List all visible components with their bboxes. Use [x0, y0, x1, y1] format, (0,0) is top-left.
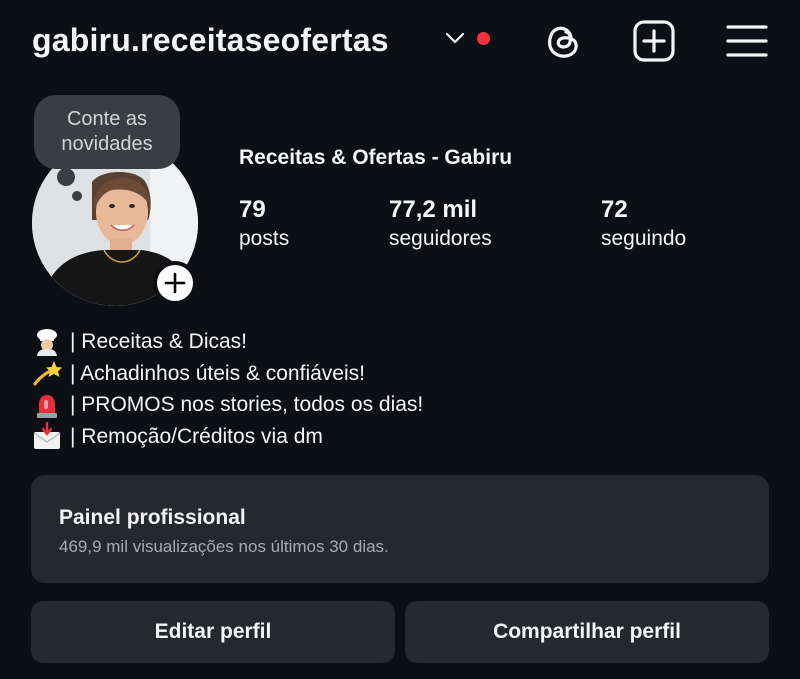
envelope-arrow-emoji-icon	[33, 422, 61, 450]
profile-full-name: Receitas & Ofertas - Gabiru	[239, 146, 513, 169]
notification-dot	[477, 32, 490, 45]
stat-following-label: seguindo	[601, 227, 687, 250]
stat-following-value: 72	[601, 196, 628, 223]
top-bar: gabiru.receitaseofertas	[0, 0, 800, 84]
chef-emoji-icon	[37, 328, 57, 356]
note-bubble[interactable]: Conte as novidades	[34, 95, 180, 169]
shooting-star-emoji-icon	[33, 361, 62, 386]
username-switcher[interactable]: gabiru.receitaseofertas	[32, 22, 389, 59]
stat-posts-value: 79	[239, 196, 266, 223]
professional-dashboard-card[interactable]: Painel profissional 469,9 mil visualizaç…	[31, 475, 769, 583]
note-text-line1: Conte as	[66, 108, 148, 130]
profile-bio: | Receitas & Dicas! | Achadinhos úteis &…	[32, 326, 423, 452]
bio-text: | Receitas & Dicas!	[70, 330, 248, 353]
stat-posts-label: posts	[239, 227, 290, 250]
bio-line: | Remoção/Créditos via dm	[32, 421, 423, 453]
stat-followers-value: 77,2 mil	[389, 196, 478, 223]
note-bubble-tail	[57, 168, 75, 186]
threads-icon[interactable]	[541, 19, 585, 63]
edit-profile-button[interactable]: Editar perfil	[31, 601, 395, 663]
professional-dashboard-title: Painel profissional	[59, 506, 246, 529]
note-bubble-tail-small	[72, 191, 82, 201]
chevron-down-icon[interactable]	[444, 30, 466, 46]
add-story-button[interactable]	[153, 261, 197, 305]
stat-following[interactable]: 72 seguindo	[601, 196, 686, 254]
siren-emoji-icon	[37, 394, 57, 418]
bio-text: | Remoção/Créditos via dm	[70, 424, 323, 448]
menu-icon[interactable]	[725, 19, 769, 63]
new-post-icon[interactable]	[632, 19, 676, 63]
share-profile-button[interactable]: Compartilhar perfil	[405, 601, 769, 663]
bio-line: | Receitas & Dicas!	[32, 326, 423, 358]
bio-text: | Achadinhos úteis & confiáveis!	[70, 361, 365, 385]
plus-icon	[164, 272, 186, 294]
note-text-line2: novidades	[61, 133, 153, 155]
stat-posts[interactable]: 79 posts	[239, 196, 289, 254]
professional-dashboard-subtitle: 469,9 mil visualizações nos últimos 30 d…	[59, 537, 389, 556]
bio-line: | PROMOS nos stories, todos os dias!	[32, 389, 423, 421]
stat-followers-label: seguidores	[389, 227, 492, 250]
bio-text: | PROMOS nos stories, todos os dias!	[70, 393, 424, 416]
bio-line: | Achadinhos úteis & confiáveis!	[32, 358, 423, 390]
stat-followers[interactable]: 77,2 mil seguidores	[389, 196, 492, 254]
